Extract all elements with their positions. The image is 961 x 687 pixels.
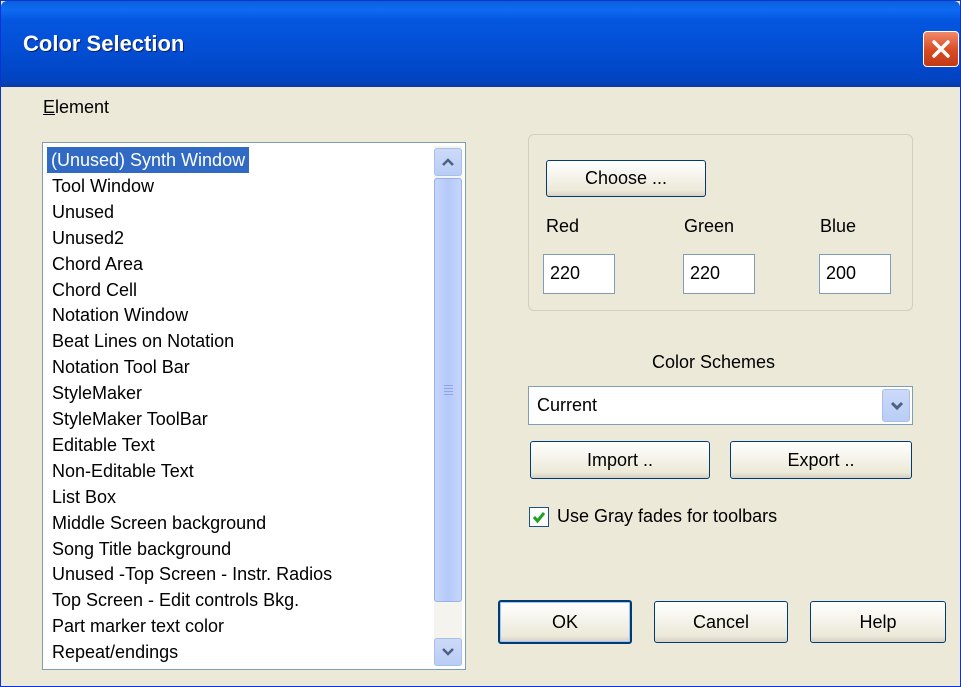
list-item[interactable]: Unused2: [48, 225, 128, 251]
list-item[interactable]: Beat Lines on Notation: [48, 328, 238, 354]
list-item[interactable]: Middle Screen background: [48, 510, 270, 536]
list-item[interactable]: Unused -Top Screen - Instr. Radios: [48, 561, 336, 587]
blue-label: Blue: [820, 216, 857, 236]
green-input[interactable]: 220: [683, 254, 755, 294]
scroll-thumb[interactable]: [434, 178, 462, 602]
list-item[interactable]: (Unused) Synth Window: [47, 147, 250, 173]
list-item[interactable]: Repeat/endings: [48, 639, 182, 665]
blue-input[interactable]: 200: [819, 254, 891, 294]
close-icon: [932, 40, 950, 58]
scroll-down-button[interactable]: [434, 638, 462, 666]
color-schemes-select[interactable]: Current: [528, 386, 913, 425]
list-item[interactable]: Editable Text: [48, 432, 159, 458]
list-item[interactable]: Chord Cell: [48, 277, 141, 303]
list-item[interactable]: Tool Window: [48, 173, 158, 199]
help-button[interactable]: Help: [810, 601, 946, 643]
ok-button[interactable]: OK: [498, 600, 632, 644]
red-input[interactable]: 220: [543, 254, 615, 294]
element-label: Element: [43, 97, 109, 118]
cancel-button[interactable]: Cancel: [654, 601, 788, 643]
list-item[interactable]: Unused: [48, 199, 118, 225]
list-item[interactable]: Chord Area: [48, 251, 147, 277]
list-item[interactable]: Notation Window: [48, 302, 192, 328]
import-button[interactable]: Import ..: [530, 441, 710, 479]
color-schemes-label: Color Schemes: [652, 352, 776, 372]
arrow-up-icon: [442, 158, 454, 166]
close-button[interactable]: [923, 31, 959, 67]
choose-color-button[interactable]: Choose ...: [546, 160, 706, 197]
combo-dropdown-button[interactable]: [882, 389, 910, 422]
red-label: Red: [546, 216, 580, 236]
list-item[interactable]: Notation Tool Bar: [48, 354, 194, 380]
checkmark-icon: [532, 512, 546, 524]
list-item[interactable]: StyleMaker ToolBar: [48, 406, 212, 432]
list-item[interactable]: List Box: [48, 484, 120, 510]
scroll-up-button[interactable]: [434, 148, 462, 176]
list-item[interactable]: Part marker text color: [48, 613, 228, 639]
green-label: Green: [684, 216, 735, 236]
chevron-down-icon: [890, 401, 904, 411]
color-schemes-value: Current: [537, 395, 598, 415]
list-item[interactable]: Song Title background: [48, 536, 235, 562]
window-title: Color Selection: [23, 31, 185, 56]
element-label-rest: lement: [55, 97, 110, 117]
element-list-scrollbar[interactable]: [434, 146, 462, 666]
element-listbox[interactable]: (Unused) Synth Window Tool Window Unused Un…: [42, 142, 466, 670]
list-item[interactable]: Non-Editable Text: [48, 458, 198, 484]
export-button[interactable]: Export ..: [730, 441, 912, 479]
list-item[interactable]: StyleMaker: [48, 380, 146, 406]
gray-fades-checkbox[interactable]: [529, 507, 549, 527]
list-item[interactable]: Top Screen - Edit controls Bkg.: [48, 587, 303, 613]
color-selection-dialog: Color Selection Element (Unused) Synth W…: [0, 0, 961, 687]
element-label-mnemonic: E: [43, 97, 56, 117]
scroll-grip: [444, 385, 453, 397]
title-bar: Color Selection: [1, 1, 960, 87]
arrow-down-icon: [442, 648, 454, 656]
gray-fades-label: Use Gray fades for toolbars: [557, 506, 778, 526]
